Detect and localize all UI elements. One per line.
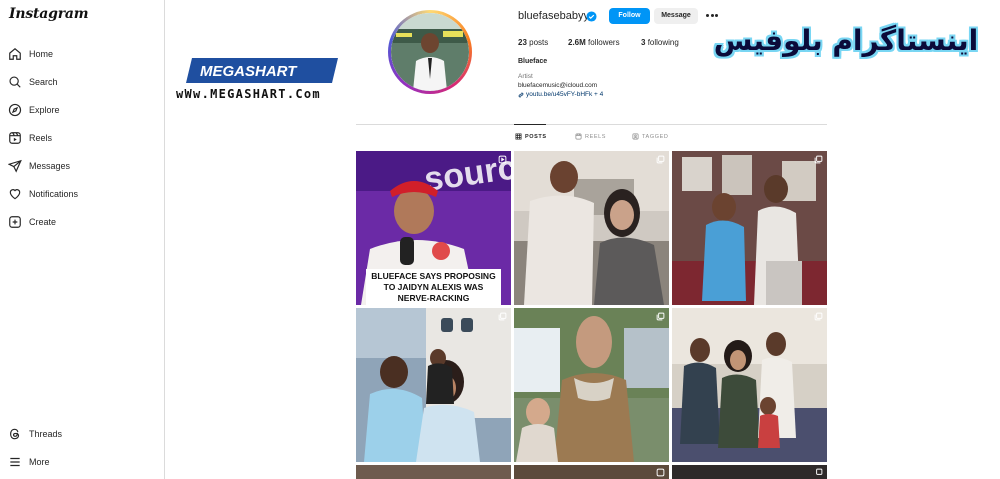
carousel-icon xyxy=(816,468,823,475)
paper-plane-icon xyxy=(8,159,22,173)
profile-username[interactable]: bluefasebabyy xyxy=(518,10,589,22)
post-tile[interactable] xyxy=(672,151,827,305)
compass-icon xyxy=(8,103,22,117)
story-ring[interactable] xyxy=(388,10,472,94)
profile-category: Artist xyxy=(518,73,533,80)
post-tile[interactable]: sourc BLUEFACE SAYS PROPOSING TO JAIDYN … xyxy=(356,151,511,305)
sidebar-item-label: Home xyxy=(29,49,54,59)
heart-icon xyxy=(9,189,21,200)
sidebar-item-reels[interactable]: Reels xyxy=(6,126,156,150)
profile-email[interactable]: bluefacemusic@icloud.com xyxy=(518,82,597,89)
sidebar-item-label: Threads xyxy=(29,429,63,439)
megashart-logo: MEGASHART xyxy=(186,58,338,83)
post-tile-partial[interactable] xyxy=(672,465,827,479)
sidebar: Instagram Home Search Explore Reels Mess… xyxy=(0,0,165,479)
verified-badge-icon xyxy=(586,11,597,22)
sidebar-item-label: Messages xyxy=(29,161,71,171)
active-tab-indicator xyxy=(514,124,546,125)
post-image xyxy=(514,151,669,305)
instagram-logo[interactable]: Instagram xyxy=(9,6,89,22)
reels-icon xyxy=(575,133,582,140)
link-icon xyxy=(518,92,524,97)
tabs-divider xyxy=(356,124,827,125)
post-image xyxy=(672,151,827,305)
post-image xyxy=(356,308,511,462)
profile-full-name: Blueface xyxy=(518,58,548,65)
profile-link[interactable]: youtu.be/u45vFY-bHFk + 4 xyxy=(518,91,603,98)
carousel-icon xyxy=(814,155,823,164)
sidebar-item-notifications[interactable]: Notifications xyxy=(6,182,156,206)
avatar-image xyxy=(391,13,469,91)
avatar xyxy=(391,13,469,91)
megashart-logo-text: MEGASHART xyxy=(200,63,298,80)
clip-icon xyxy=(656,468,665,477)
posts-count: 23 posts xyxy=(518,38,549,47)
hamburger-icon xyxy=(10,457,20,467)
reels-icon xyxy=(9,132,21,144)
carousel-icon xyxy=(656,155,665,164)
megashart-site-url: wWw.MEGASHART.Com xyxy=(176,87,321,101)
sidebar-item-messages[interactable]: Messages xyxy=(6,154,156,178)
sidebar-item-label: More xyxy=(29,457,50,467)
grid-icon xyxy=(515,133,522,140)
persian-title-overlay: اینستاگرام بلوفیس xyxy=(713,24,979,57)
tab-tagged-label: TAGGED xyxy=(642,133,669,140)
tagged-icon xyxy=(632,133,639,140)
message-button[interactable]: Message xyxy=(654,8,698,24)
carousel-icon xyxy=(498,312,507,321)
post-tile-partial[interactable] xyxy=(514,465,669,479)
tab-posts[interactable]: POSTS xyxy=(515,133,547,140)
post-tile[interactable] xyxy=(356,308,511,462)
sidebar-item-more[interactable]: More xyxy=(6,450,156,474)
sidebar-item-label: Notifications xyxy=(29,189,79,199)
post-tile-partial[interactable] xyxy=(356,465,511,479)
following-count[interactable]: 3 following xyxy=(641,38,679,47)
more-options-icon[interactable] xyxy=(704,9,720,21)
carousel-icon xyxy=(656,312,665,321)
threads-icon xyxy=(10,428,20,440)
carousel-icon xyxy=(814,312,823,321)
post-tile[interactable] xyxy=(514,151,669,305)
post-caption: BLUEFACE SAYS PROPOSING TO JAIDYN ALEXIS… xyxy=(366,269,501,305)
post-tile[interactable] xyxy=(514,308,669,462)
post-image xyxy=(514,308,669,462)
search-icon xyxy=(9,76,21,88)
tab-tagged[interactable]: TAGGED xyxy=(632,133,668,140)
tab-posts-label: POSTS xyxy=(525,133,547,140)
post-image xyxy=(672,308,827,462)
sidebar-item-search[interactable]: Search xyxy=(6,70,156,94)
followers-count[interactable]: 2.6M followers xyxy=(568,38,620,47)
sidebar-item-label: Search xyxy=(29,77,58,87)
home-icon xyxy=(9,47,21,60)
sidebar-item-home[interactable]: Home xyxy=(6,42,156,66)
sidebar-item-explore[interactable]: Explore xyxy=(6,98,156,122)
sidebar-item-label: Create xyxy=(29,217,57,227)
sidebar-item-threads[interactable]: Threads xyxy=(6,422,156,446)
sidebar-item-create[interactable]: Create xyxy=(6,210,156,234)
post-tile[interactable] xyxy=(672,308,827,462)
tab-reels-label: REELS xyxy=(585,133,607,140)
sidebar-item-label: Explore xyxy=(29,105,60,115)
sidebar-item-label: Reels xyxy=(29,133,53,143)
clip-icon xyxy=(498,155,507,164)
tab-reels[interactable]: REELS xyxy=(575,133,606,140)
follow-button[interactable]: Follow xyxy=(609,8,650,24)
plus-square-icon xyxy=(9,216,21,228)
